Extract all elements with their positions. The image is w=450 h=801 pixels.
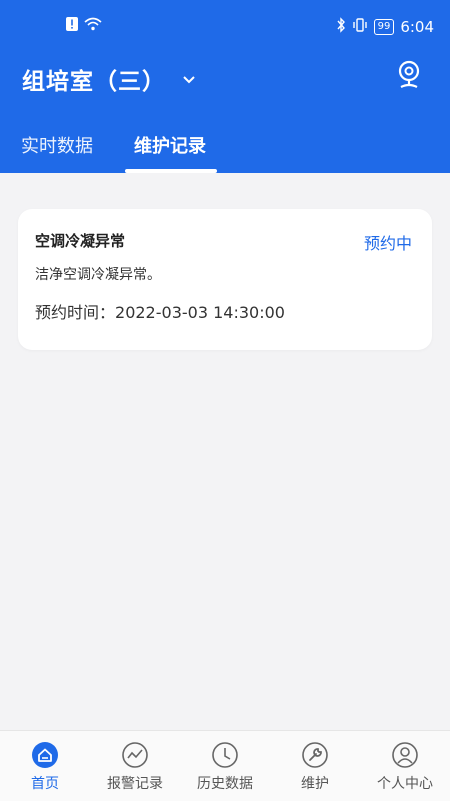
battery-indicator: 99: [373, 19, 395, 35]
alert-icon: [66, 17, 78, 35]
camera-icon: [394, 60, 424, 96]
camera-button[interactable]: [394, 58, 424, 92]
tab-maintenance-records[interactable]: 维护记录: [134, 132, 206, 158]
bluetooth-icon: [336, 17, 346, 37]
tab-realtime-data[interactable]: 实时数据: [21, 132, 93, 158]
bottom-navigation: 首页 报警记录 历史数据 维护 个人中心: [0, 730, 450, 801]
wrench-icon: [301, 741, 329, 769]
time-value: 2022-03-03 14:30:00: [115, 303, 285, 322]
status-right: 99 6:04: [336, 17, 434, 37]
nav-label-maintenance: 维护: [301, 776, 329, 792]
nav-label-profile: 个人中心: [377, 776, 433, 792]
status-time: 6:04: [400, 18, 434, 36]
nav-home[interactable]: 首页: [5, 741, 85, 793]
page-title: 组培室（三）: [22, 69, 166, 95]
time-label: 预约时间：: [35, 303, 116, 322]
wifi-icon: [84, 17, 102, 35]
nav-label-home: 首页: [31, 776, 59, 792]
nav-maintenance[interactable]: 维护: [275, 741, 355, 793]
nav-label-history: 历史数据: [197, 776, 253, 792]
record-title: 空调冷凝异常: [35, 232, 126, 250]
chevron-down-icon: [182, 69, 196, 90]
record-time: 预约时间：2022-03-03 14:30:00: [35, 299, 285, 323]
active-tab-indicator: [125, 169, 217, 173]
nav-alarm-records[interactable]: 报警记录: [95, 741, 175, 793]
status-bar: 99 6:04: [0, 0, 450, 50]
top-header: 99 6:04 组培室（三） 实时数据 维护记录: [0, 0, 450, 173]
tab-bar: 实时数据 维护记录: [0, 120, 450, 173]
clock-icon: [211, 741, 239, 769]
trend-chart-icon: [121, 741, 149, 769]
status-badge: 预约中: [363, 234, 412, 253]
status-left: [66, 17, 102, 35]
room-selector[interactable]: 组培室（三）: [22, 62, 196, 96]
nav-label-alarm: 报警记录: [107, 776, 163, 792]
record-description: 洁净空调冷凝异常。: [35, 267, 161, 283]
user-icon: [391, 741, 419, 769]
home-icon: [31, 741, 59, 769]
maintenance-record-card[interactable]: 空调冷凝异常 预约中 洁净空调冷凝异常。 预约时间：2022-03-03 14:…: [18, 209, 432, 350]
nav-profile[interactable]: 个人中心: [365, 741, 445, 793]
vibrate-icon: [352, 17, 368, 37]
nav-history-data[interactable]: 历史数据: [185, 741, 265, 793]
